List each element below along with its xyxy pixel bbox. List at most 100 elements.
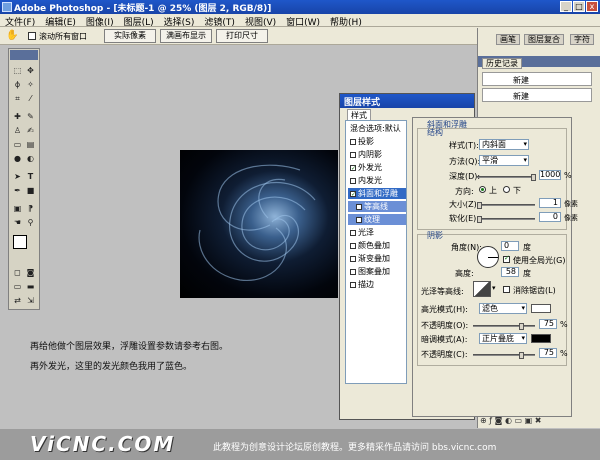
style-item[interactable]: 投影 <box>348 136 406 147</box>
jump-to-imageready-icon[interactable]: ⇄ <box>12 295 23 306</box>
path-select-tool-icon[interactable]: ➤ <box>12 171 23 182</box>
brush-tool-icon[interactable]: ✎ <box>25 111 36 122</box>
shadow-mode-select[interactable]: 正片叠底 <box>479 333 527 344</box>
blur-tool-icon[interactable]: ● <box>12 153 23 164</box>
style-item[interactable]: 等高线 <box>348 201 406 212</box>
highlight-opacity-slider[interactable] <box>473 323 535 330</box>
menu-edit[interactable]: 编辑(E) <box>40 14 81 28</box>
highlight-color-swatch[interactable] <box>531 304 551 313</box>
style-checkbox[interactable] <box>350 151 356 158</box>
shape-tool-icon[interactable]: ■ <box>25 185 36 196</box>
slice-tool-icon[interactable]: ⁄ <box>25 93 36 104</box>
fit-screen-button[interactable]: 满画布显示 <box>160 29 212 43</box>
style-checkbox[interactable]: ✓ <box>350 190 356 197</box>
style-checkbox[interactable] <box>350 229 356 236</box>
tab-brushes[interactable]: 画笔 <box>496 34 520 45</box>
screen-mode-standard-icon[interactable]: ▭ <box>12 281 23 292</box>
style-item[interactable]: 光泽 <box>348 227 406 238</box>
notes-tool-icon[interactable]: ▣ <box>12 203 23 214</box>
tab-history[interactable]: 历史记录 <box>482 58 522 69</box>
zoom-tool-icon[interactable]: ⚲ <box>25 217 36 228</box>
marquee-tool-icon[interactable]: ⬚ <box>12 65 23 76</box>
history-snapshot[interactable]: 新建 <box>482 72 592 86</box>
menu-select[interactable]: 选择(S) <box>159 14 200 28</box>
depth-input[interactable]: 1000 <box>539 170 561 180</box>
gloss-contour-picker[interactable] <box>473 281 491 297</box>
style-item[interactable]: 内阴影 <box>348 149 406 160</box>
history-step[interactable]: 新建 <box>482 88 592 102</box>
move-tool-icon[interactable]: ✥ <box>25 65 36 76</box>
eyedropper-tool-icon[interactable]: ⁋ <box>25 203 36 214</box>
angle-dial[interactable] <box>477 246 499 268</box>
shadow-opacity-slider[interactable] <box>473 352 535 359</box>
style-checkbox[interactable] <box>350 177 356 184</box>
maximize-button[interactable]: □ <box>573 1 585 12</box>
depth-slider[interactable] <box>477 174 536 181</box>
fullscreen-icon[interactable]: ⇲ <box>25 295 36 306</box>
type-tool-icon[interactable]: T <box>25 171 36 182</box>
delete-layer-icon[interactable]: ✖ <box>535 416 542 425</box>
style-checkbox[interactable] <box>350 268 356 275</box>
magic-wand-tool-icon[interactable]: ✧ <box>25 79 36 90</box>
highlight-mode-select[interactable]: 滤色 <box>479 303 527 314</box>
clone-stamp-tool-icon[interactable]: ♙ <box>12 125 23 136</box>
new-layer-icon[interactable]: ▣ <box>525 416 533 425</box>
crop-tool-icon[interactable]: ⌗ <box>12 93 23 104</box>
style-item[interactable]: 纹理 <box>348 214 406 225</box>
scroll-all-checkbox[interactable] <box>28 32 36 40</box>
new-group-icon[interactable]: ▭ <box>514 416 522 425</box>
style-item[interactable]: 混合选项:默认 <box>348 123 406 134</box>
pen-tool-icon[interactable]: ✒ <box>12 185 23 196</box>
direction-up-radio[interactable] <box>479 186 486 193</box>
size-input[interactable]: 1 <box>539 198 561 208</box>
soften-slider[interactable] <box>477 216 535 223</box>
link-layers-icon[interactable]: ⊕ <box>480 416 487 425</box>
altitude-input[interactable]: 58 <box>501 267 519 277</box>
standard-mode-icon[interactable]: ◻ <box>12 267 23 278</box>
style-item[interactable]: 图案叠加 <box>348 266 406 277</box>
history-brush-tool-icon[interactable]: ✍ <box>25 125 36 136</box>
minimize-button[interactable]: _ <box>560 1 572 12</box>
menu-image[interactable]: 图像(I) <box>81 14 119 28</box>
technique-select[interactable]: 平滑 <box>479 155 529 166</box>
actual-pixels-button[interactable]: 实际像素 <box>104 29 156 43</box>
size-slider[interactable] <box>477 202 535 209</box>
menu-layer[interactable]: 图层(L) <box>119 14 159 28</box>
bevel-style-select[interactable]: 内斜面 <box>479 139 529 150</box>
close-button[interactable]: x <box>586 1 598 12</box>
screen-mode-full-icon[interactable]: ▬ <box>25 281 36 292</box>
style-checkbox[interactable] <box>350 242 356 249</box>
layer-style-icon[interactable]: ƒ <box>489 416 492 425</box>
gradient-tool-icon[interactable]: ▤ <box>25 139 36 150</box>
menu-help[interactable]: 帮助(H) <box>325 14 367 28</box>
angle-input[interactable]: 0 <box>501 241 519 251</box>
lasso-tool-icon[interactable]: ϕ <box>12 79 23 90</box>
quick-mask-icon[interactable]: ◙ <box>25 267 36 278</box>
style-checkbox[interactable] <box>350 255 356 262</box>
direction-down-radio[interactable] <box>503 186 510 193</box>
shadow-color-swatch[interactable] <box>531 334 551 343</box>
style-checkbox[interactable] <box>350 281 356 288</box>
eraser-tool-icon[interactable]: ▭ <box>12 139 23 150</box>
tab-layer-comps[interactable]: 图层复合 <box>524 34 564 45</box>
hand-tool-icon[interactable]: ✋ <box>6 30 18 41</box>
shadow-opacity-input[interactable]: 75 <box>539 348 557 358</box>
tab-character[interactable]: 字符 <box>570 34 594 45</box>
style-item[interactable]: 颜色叠加 <box>348 240 406 251</box>
dodge-tool-icon[interactable]: ◐ <box>25 153 36 164</box>
style-item[interactable]: 渐变叠加 <box>348 253 406 264</box>
hand-tool-icon[interactable]: ☚ <box>12 217 23 228</box>
global-light-checkbox[interactable]: ✓ <box>503 254 510 263</box>
style-checkbox[interactable] <box>350 138 356 145</box>
healing-brush-tool-icon[interactable]: ✚ <box>12 111 23 122</box>
antialias-checkbox[interactable] <box>503 286 510 293</box>
style-item[interactable]: ✓ 斜面和浮雕 <box>348 188 406 199</box>
gloss-contour-dropdown-icon[interactable]: ▾ <box>492 284 496 292</box>
style-item[interactable]: 内发光 <box>348 175 406 186</box>
style-item[interactable]: ✓ 外发光 <box>348 162 406 173</box>
layer-mask-icon[interactable]: ◙ <box>495 416 503 425</box>
menu-window[interactable]: 窗口(W) <box>281 14 325 28</box>
adjustment-layer-icon[interactable]: ◐ <box>505 416 512 425</box>
foreground-color-swatch[interactable] <box>13 235 27 249</box>
style-checkbox[interactable]: ✓ <box>350 164 356 171</box>
